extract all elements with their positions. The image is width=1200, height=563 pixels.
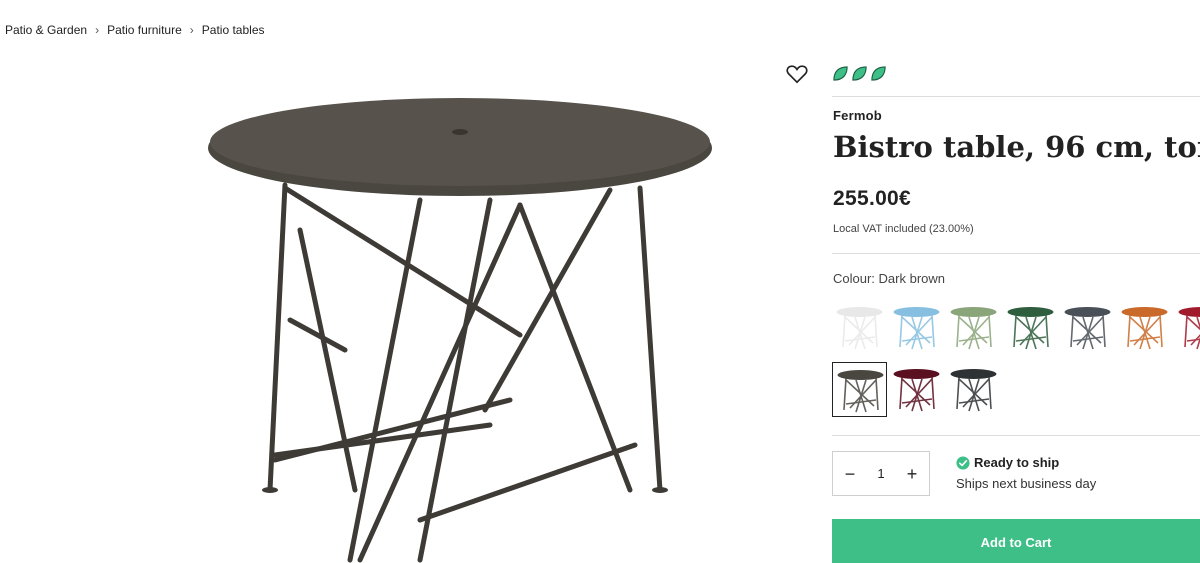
colour-swatch-red[interactable] <box>1174 300 1200 355</box>
breadcrumb-separator: › <box>189 23 194 37</box>
breadcrumb-patio-garden[interactable]: Patio & Garden <box>5 23 87 37</box>
breadcrumb-patio-furniture[interactable]: Patio furniture <box>107 23 182 37</box>
colour-swatch-anthracite[interactable] <box>1060 300 1115 355</box>
colour-swatch-orange[interactable] <box>1117 300 1172 355</box>
ship-detail: Ships next business day <box>956 476 1097 491</box>
breadcrumb-patio-tables[interactable]: Patio tables <box>202 23 265 37</box>
breadcrumb-separator: › <box>95 23 100 37</box>
colour-label: Colour: Dark brown <box>833 271 945 286</box>
colour-label-prefix: Colour: <box>833 271 875 286</box>
breadcrumb: Patio & Garden › Patio furniture › Patio… <box>5 23 265 37</box>
quantity-stepper: − 1 + <box>832 451 930 496</box>
divider <box>832 253 1200 254</box>
leaf-icon <box>871 66 886 81</box>
product-image[interactable] <box>190 80 730 563</box>
colour-swatch-white[interactable] <box>832 300 887 355</box>
leaf-icon <box>833 66 848 81</box>
divider <box>832 435 1200 436</box>
wishlist-heart-icon[interactable] <box>786 64 808 84</box>
colour-swatch-light-blue[interactable] <box>889 300 944 355</box>
product-title: Bistro table, 96 cm, tonka <box>833 130 1200 164</box>
vat-note: Local VAT included (23.00%) <box>833 223 974 235</box>
shipping-info: Ready to ship Ships next business day <box>956 455 1096 491</box>
table-illustration <box>208 98 712 563</box>
add-to-cart-button[interactable]: Add to Cart <box>832 519 1200 563</box>
product-price: 255.00€ <box>833 187 912 210</box>
colour-swatch-sage-green[interactable] <box>946 300 1001 355</box>
leaf-icon <box>852 66 867 81</box>
ship-status: Ready to ship <box>974 455 1060 470</box>
colour-swatch-dark-brown[interactable] <box>832 362 887 417</box>
quantity-increase-button[interactable]: + <box>903 465 921 483</box>
colour-selected-value: Dark brown <box>878 271 946 286</box>
divider <box>832 96 1200 97</box>
product-brand[interactable]: Fermob <box>833 108 882 123</box>
colour-swatch-burgundy[interactable] <box>889 362 944 417</box>
eco-rating <box>832 65 887 82</box>
quantity-value[interactable]: 1 <box>877 466 884 481</box>
quantity-decrease-button[interactable]: − <box>841 465 859 483</box>
colour-swatch-black[interactable] <box>946 362 1001 417</box>
check-circle-icon <box>956 455 970 470</box>
colour-swatch-dark-green[interactable] <box>1003 300 1058 355</box>
